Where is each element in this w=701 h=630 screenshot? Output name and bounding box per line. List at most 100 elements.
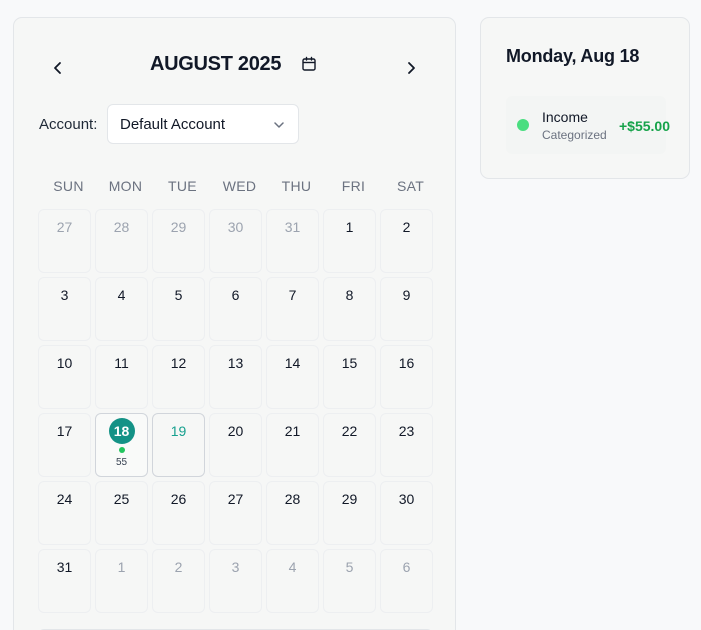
calendar-day[interactable]: 17 bbox=[38, 413, 91, 477]
day-amount: 55 bbox=[115, 457, 128, 468]
day-detail-panel: Monday, Aug 18 Income Categorized +$55.0… bbox=[480, 17, 690, 179]
calendar-day[interactable]: 9 bbox=[380, 277, 433, 341]
weekday-label: SUN bbox=[53, 178, 84, 194]
calendar-day[interactable]: 3 bbox=[38, 277, 91, 341]
calendar-day[interactable]: 30 bbox=[209, 209, 262, 273]
calendar-day[interactable]: 27 bbox=[209, 481, 262, 545]
day-number: 24 bbox=[56, 491, 73, 507]
day-number: 19 bbox=[170, 423, 187, 439]
day-number: 30 bbox=[227, 219, 244, 235]
calendar-day[interactable]: 15 bbox=[323, 345, 376, 409]
day-number: 1 bbox=[117, 559, 126, 575]
day-number: 31 bbox=[56, 559, 73, 575]
day-number: 21 bbox=[284, 423, 301, 439]
day-number: 13 bbox=[227, 355, 244, 371]
calendar-day[interactable]: 28 bbox=[266, 481, 319, 545]
calendar-day[interactable]: 1 bbox=[323, 209, 376, 273]
day-number: 7 bbox=[288, 287, 297, 303]
calendar-day[interactable]: 8 bbox=[323, 277, 376, 341]
day-number: 4 bbox=[117, 287, 126, 303]
day-number: 23 bbox=[398, 423, 415, 439]
calendar-day[interactable]: 30 bbox=[380, 481, 433, 545]
calendar-day[interactable]: 31 bbox=[38, 549, 91, 613]
day-number: 26 bbox=[170, 491, 187, 507]
calendar-day[interactable]: 22 bbox=[323, 413, 376, 477]
day-number: 27 bbox=[56, 219, 73, 235]
next-month-button[interactable] bbox=[397, 54, 425, 82]
month-title: AUGUST 2025 bbox=[150, 53, 282, 75]
calendar-grid: 27 28 29 30 31 1 2 3 4 5 6 7 8 9 10 11 12 13 14 15 16 17 18 55 1… bbox=[38, 209, 433, 613]
calendar-day[interactable]: 21 bbox=[266, 413, 319, 477]
day-number: 2 bbox=[402, 219, 411, 235]
day-number: 28 bbox=[284, 491, 301, 507]
calendar-day[interactable]: 25 bbox=[95, 481, 148, 545]
chevron-right-icon bbox=[408, 62, 415, 74]
calendar-day[interactable]: 4 bbox=[95, 277, 148, 341]
calendar-day[interactable]: 7 bbox=[266, 277, 319, 341]
day-number: 10 bbox=[56, 355, 73, 371]
calendar-day[interactable]: 2 bbox=[152, 549, 205, 613]
day-number: 5 bbox=[345, 559, 354, 575]
calendar-day[interactable]: 10 bbox=[38, 345, 91, 409]
chevron-left-icon bbox=[54, 62, 61, 74]
calendar-day[interactable]: 4 bbox=[266, 549, 319, 613]
day-number: 3 bbox=[60, 287, 69, 303]
transaction-status: Categorized bbox=[542, 128, 607, 142]
calendar-day[interactable]: 26 bbox=[152, 481, 205, 545]
transaction-name: Income bbox=[542, 109, 588, 125]
weekday-label: TUE bbox=[168, 178, 197, 194]
transaction-item[interactable]: Income Categorized +$55.00 bbox=[506, 96, 670, 154]
weekday-label: WED bbox=[222, 178, 257, 194]
calendar-day[interactable]: 19 bbox=[152, 413, 205, 477]
day-number: 12 bbox=[170, 355, 187, 371]
day-number: 9 bbox=[402, 287, 411, 303]
day-number: 4 bbox=[288, 559, 297, 575]
calendar-day[interactable]: 3 bbox=[209, 549, 262, 613]
day-number: 29 bbox=[170, 219, 187, 235]
day-number: 20 bbox=[227, 423, 244, 439]
day-number: 18 bbox=[108, 418, 135, 444]
calendar-day[interactable]: 23 bbox=[380, 413, 433, 477]
day-number: 17 bbox=[56, 423, 73, 439]
day-number: 22 bbox=[341, 423, 358, 439]
calendar-day[interactable]: 29 bbox=[323, 481, 376, 545]
calendar-panel: AUGUST 2025 Account: Default Account SUN… bbox=[13, 17, 456, 630]
calendar-day[interactable]: 16 bbox=[380, 345, 433, 409]
calendar-day[interactable]: 14 bbox=[266, 345, 319, 409]
weekday-label: THU bbox=[281, 178, 312, 194]
calendar-day[interactable]: 5 bbox=[323, 549, 376, 613]
day-number: 14 bbox=[284, 355, 301, 371]
calendar-day[interactable]: 2 bbox=[380, 209, 433, 273]
calendar-day-selected[interactable]: 18 55 bbox=[95, 413, 148, 477]
previous-month-button[interactable] bbox=[44, 54, 72, 82]
chevron-down-icon bbox=[274, 122, 284, 128]
calendar-day[interactable]: 20 bbox=[209, 413, 262, 477]
account-label: Account: bbox=[39, 116, 98, 133]
day-number: 16 bbox=[398, 355, 415, 371]
weekday-header: SUN MON TUE WED THU FRI SAT bbox=[40, 178, 439, 194]
day-number: 6 bbox=[231, 287, 240, 303]
calendar-day[interactable]: 6 bbox=[209, 277, 262, 341]
calendar-day[interactable]: 11 bbox=[95, 345, 148, 409]
calendar-day[interactable]: 29 bbox=[152, 209, 205, 273]
calendar-day[interactable]: 6 bbox=[380, 549, 433, 613]
calendar-day[interactable]: 24 bbox=[38, 481, 91, 545]
calendar-day[interactable]: 31 bbox=[266, 209, 319, 273]
calendar-icon bbox=[302, 56, 316, 71]
month-picker-button[interactable] bbox=[298, 53, 320, 75]
calendar-day[interactable]: 28 bbox=[95, 209, 148, 273]
calendar-day[interactable]: 13 bbox=[209, 345, 262, 409]
calendar-day[interactable]: 27 bbox=[38, 209, 91, 273]
day-number: 5 bbox=[174, 287, 183, 303]
calendar-day[interactable]: 12 bbox=[152, 345, 205, 409]
calendar-day[interactable]: 1 bbox=[95, 549, 148, 613]
account-select[interactable]: Default Account bbox=[107, 104, 299, 144]
weekday-label: MON bbox=[108, 178, 143, 194]
day-number: 2 bbox=[174, 559, 183, 575]
calendar-day[interactable]: 5 bbox=[152, 277, 205, 341]
weekday-label: SAT bbox=[396, 178, 425, 194]
weekday-label: FRI bbox=[341, 178, 366, 194]
day-number: 8 bbox=[345, 287, 354, 303]
day-number: 1 bbox=[345, 219, 354, 235]
day-number: 11 bbox=[114, 355, 129, 371]
